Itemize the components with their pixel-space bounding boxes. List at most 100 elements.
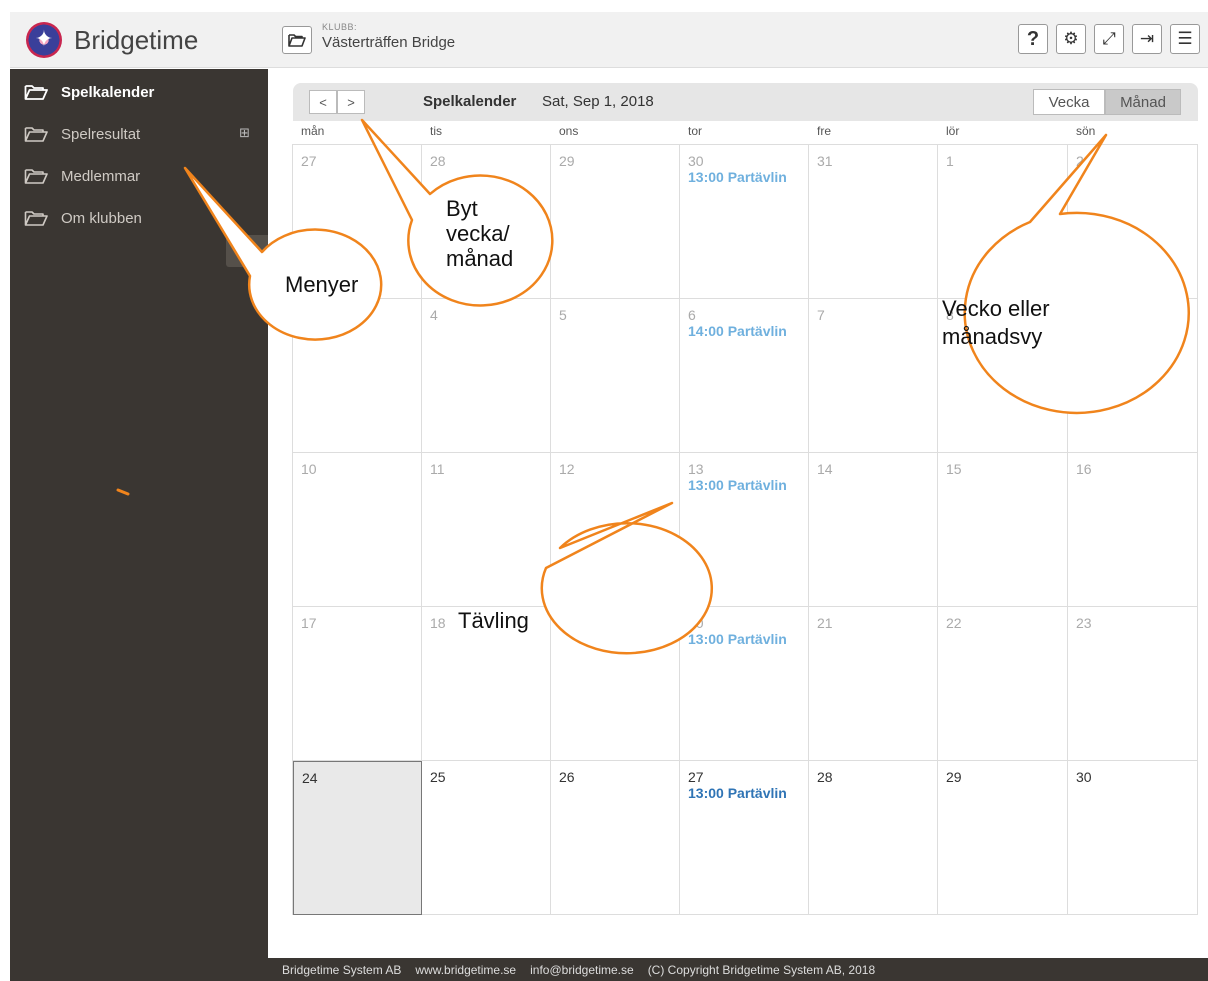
- brand[interactable]: Bridgetime: [26, 20, 198, 60]
- view-month-button[interactable]: Månad: [1105, 89, 1181, 115]
- day-number: 30: [688, 153, 704, 169]
- day-number: 2: [1076, 153, 1084, 169]
- day-number: 16: [1076, 461, 1092, 477]
- calendar-day[interactable]: 12: [551, 453, 680, 607]
- footer-company: Bridgetime System AB: [282, 962, 402, 977]
- calendar-day[interactable]: 8: [938, 299, 1068, 453]
- calendar-day[interactable]: 28: [422, 145, 551, 299]
- calendar-day[interactable]: 6 14:00 Partävlin: [680, 299, 809, 453]
- club-info: KLUBB: Västerträffen Bridge: [322, 22, 455, 51]
- folder-open-icon: [24, 169, 48, 184]
- calendar-day[interactable]: 27 13:00 Partävlin: [680, 761, 809, 915]
- footer-website-link[interactable]: www.bridgetime.se: [415, 963, 516, 977]
- calendar-day[interactable]: 18: [422, 607, 551, 761]
- day-number: 11: [430, 461, 445, 477]
- calendar-day[interactable]: 29: [551, 145, 680, 299]
- app-window: { "brand": { "name": "Bridgetime", "logo…: [0, 0, 1208, 981]
- club-select-button[interactable]: [282, 26, 312, 54]
- day-number: 31: [817, 153, 833, 169]
- folder-open-icon: [24, 211, 48, 226]
- day-number: 17: [301, 615, 317, 631]
- calendar-day[interactable]: 20 13:00 Partävlin: [680, 607, 809, 761]
- day-number: 4: [430, 307, 438, 323]
- calendar-day[interactable]: 10: [293, 453, 422, 607]
- day-number: 30: [1076, 769, 1092, 785]
- sidebar-item-label: Om klubben: [61, 209, 142, 227]
- day-number: 13: [688, 461, 704, 477]
- weekday-label: lör: [946, 124, 960, 138]
- calendar-day[interactable]: 13 13:00 Partävlin: [680, 453, 809, 607]
- sidebar-item-spelkalender[interactable]: Spelkalender: [24, 77, 258, 107]
- sidebar-item-label: Spelkalender: [61, 83, 155, 101]
- calendar-day[interactable]: 7: [809, 299, 938, 453]
- calendar-day[interactable]: 15: [938, 453, 1068, 607]
- calendar-day[interactable]: 14: [809, 453, 938, 607]
- weekday-label: fre: [817, 124, 832, 138]
- calendar-header: < > Spelkalender Sat, Sep 1, 2018 Vecka …: [293, 83, 1198, 121]
- calendar-day[interactable]: 5: [551, 299, 680, 453]
- calendar-day[interactable]: 11: [422, 453, 551, 607]
- calendar-day[interactable]: 22: [938, 607, 1068, 761]
- calendar-day[interactable]: 2: [1068, 145, 1198, 299]
- calendar-day[interactable]: 1: [938, 145, 1068, 299]
- day-number: 3: [301, 307, 309, 323]
- sidebar-item-medlemmar[interactable]: Medlemmar: [24, 161, 258, 191]
- view-week-button[interactable]: Vecka: [1033, 89, 1105, 115]
- calendar-day[interactable]: 27: [293, 145, 422, 299]
- day-number: 7: [817, 307, 825, 323]
- hamburger-menu-icon[interactable]: ☰: [1170, 24, 1200, 54]
- login-icon[interactable]: ⇥: [1132, 24, 1162, 54]
- calendar-day[interactable]: 25: [422, 761, 551, 915]
- calendar-day[interactable]: 26: [551, 761, 680, 915]
- day-number: 22: [946, 615, 962, 631]
- fullscreen-icon[interactable]: ⤢: [1094, 24, 1124, 54]
- weekday-label: tis: [430, 124, 442, 138]
- footer-email-link[interactable]: info@bridgetime.se: [530, 963, 634, 977]
- day-number: 14: [817, 461, 833, 477]
- day-number: 23: [1076, 615, 1092, 631]
- day-number: 24: [302, 770, 318, 786]
- day-number: 29: [946, 769, 962, 785]
- expand-icon[interactable]: ⊞: [239, 126, 250, 141]
- gear-icon[interactable]: ⚙: [1056, 24, 1086, 54]
- calendar-day[interactable]: 30: [1068, 761, 1198, 915]
- calendar-day-today[interactable]: 24: [293, 761, 422, 915]
- calendar-event[interactable]: 13:00 Partävlin: [688, 631, 806, 647]
- day-number: 27: [301, 153, 317, 169]
- calendar-day[interactable]: 23: [1068, 607, 1198, 761]
- calendar-day[interactable]: 19: [551, 607, 680, 761]
- sidebar-item-label: Medlemmar: [61, 167, 141, 185]
- day-number: 19: [559, 615, 575, 631]
- calendar-day[interactable]: 30 13:00 Partävlin: [680, 145, 809, 299]
- calendar-day[interactable]: 28: [809, 761, 938, 915]
- day-number: 10: [301, 461, 317, 477]
- calendar-event[interactable]: 13:00 Partävlin: [688, 785, 806, 801]
- sidebar-item-label: Spelresultat: [61, 125, 141, 143]
- sidebar-item-om-klubben[interactable]: Om klubben: [24, 203, 258, 233]
- sidebar-item-spelresultat[interactable]: Spelresultat ⊞: [24, 119, 258, 149]
- day-number: 12: [559, 461, 575, 477]
- calendar-day[interactable]: 17: [293, 607, 422, 761]
- help-icon[interactable]: ?: [1018, 24, 1048, 54]
- calendar-day[interactable]: 21: [809, 607, 938, 761]
- calendar-event[interactable]: 13:00 Partävlin: [688, 477, 806, 493]
- prev-button[interactable]: <: [309, 90, 337, 114]
- calendar-day[interactable]: 16: [1068, 453, 1198, 607]
- calendar-day[interactable]: 3: [293, 299, 422, 453]
- calendar-event[interactable]: 14:00 Partävlin: [688, 323, 806, 339]
- sidebar-collapse-handle[interactable]: [226, 235, 268, 267]
- day-number: 29: [559, 153, 575, 169]
- day-number: 9: [1076, 307, 1084, 323]
- day-number: 21: [817, 615, 833, 631]
- calendar-day[interactable]: 29: [938, 761, 1068, 915]
- calendar-day[interactable]: 31: [809, 145, 938, 299]
- day-number: 28: [817, 769, 833, 785]
- day-number: 25: [430, 769, 446, 785]
- footer-copyright: (C) Copyright Bridgetime System AB, 2018: [647, 962, 876, 977]
- calendar-day[interactable]: 4: [422, 299, 551, 453]
- day-number: 26: [559, 769, 575, 785]
- folder-open-icon: [288, 34, 306, 47]
- calendar-day[interactable]: 9: [1068, 299, 1198, 453]
- next-button[interactable]: >: [337, 90, 365, 114]
- calendar-event[interactable]: 13:00 Partävlin: [688, 169, 806, 185]
